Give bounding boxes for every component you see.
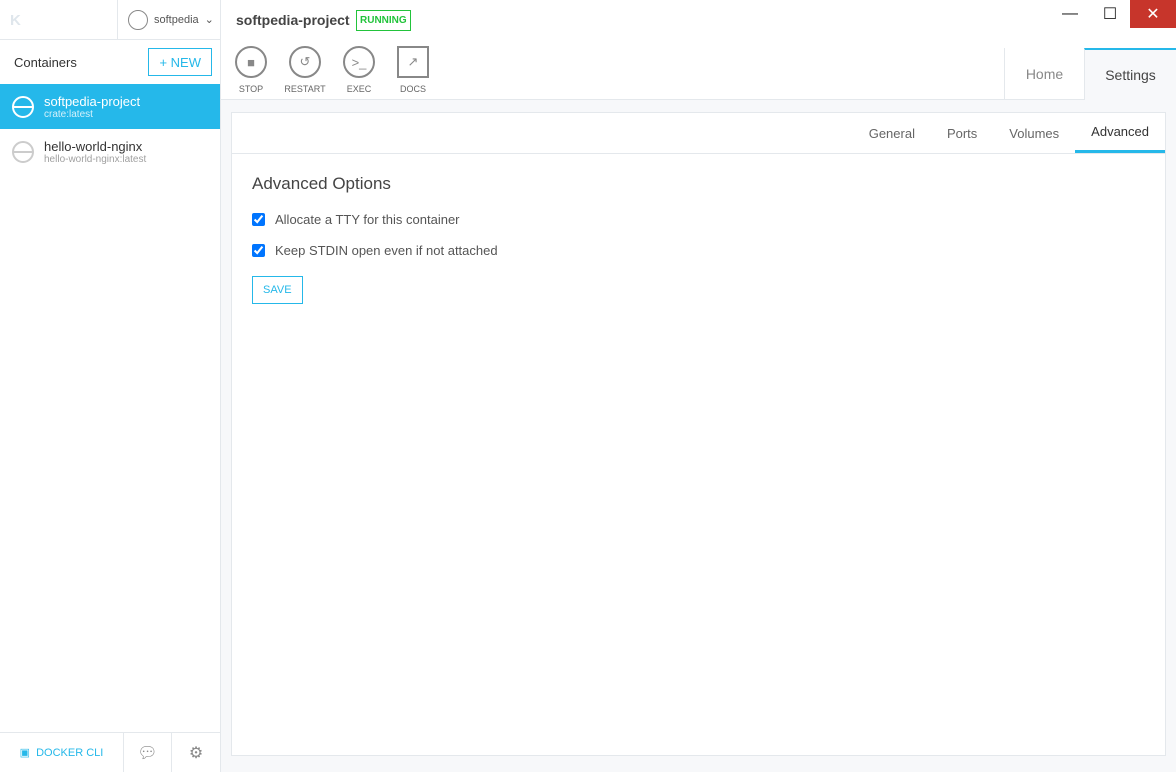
stop-label: STOP — [238, 84, 264, 94]
docker-cli-label: DOCKER CLI — [36, 746, 104, 759]
tab-general[interactable]: General — [853, 113, 931, 153]
exec-button[interactable]: >_ EXEC — [341, 46, 377, 94]
exec-label: EXEC — [346, 84, 372, 94]
stdin-checkbox[interactable] — [252, 244, 265, 257]
status-badge: RUNNING — [356, 10, 411, 31]
tab-settings[interactable]: Settings — [1084, 48, 1176, 100]
kitematic-logo: K — [0, 0, 118, 39]
stopped-icon — [12, 140, 34, 163]
terminal-icon: >_ — [343, 46, 375, 78]
feedback-icon[interactable]: 💬︎ — [124, 733, 172, 772]
docs-button[interactable]: ↗ DOCS — [395, 46, 431, 94]
running-icon — [12, 95, 34, 118]
maximize-button[interactable]: ☐ — [1090, 0, 1130, 28]
docker-cli-button[interactable]: ▣ DOCKER CLI — [0, 733, 124, 772]
container-name: hello-world-nginx — [44, 138, 143, 154]
tab-volumes[interactable]: Volumes — [993, 113, 1075, 153]
container-image: crate:latest — [44, 108, 93, 120]
save-button[interactable]: SAVE — [252, 276, 303, 304]
tab-home[interactable]: Home — [1004, 48, 1084, 100]
minimize-button[interactable]: — — [1050, 0, 1090, 28]
tty-checkbox[interactable] — [252, 213, 265, 226]
docs-label: DOCS — [399, 84, 426, 94]
stop-button[interactable]: ■ STOP — [233, 46, 269, 94]
containers-heading: Containers — [14, 54, 77, 70]
container-image: hello-world-nginx:latest — [44, 153, 147, 165]
restart-label: RESTART — [284, 84, 326, 94]
external-link-icon: ↗ — [397, 46, 429, 78]
chevron-down-icon: ⌄ — [204, 14, 214, 26]
username: softpedia — [154, 13, 199, 26]
tab-advanced[interactable]: Advanced — [1075, 113, 1165, 153]
close-button[interactable]: ✕ — [1130, 0, 1176, 28]
restart-button[interactable]: ↺ RESTART — [284, 46, 326, 94]
new-container-button[interactable]: + NEW — [148, 48, 212, 76]
container-item[interactable]: hello-world-nginx hello-world-nginx:lates… — [0, 129, 220, 174]
tab-ports[interactable]: Ports — [931, 113, 993, 153]
container-name: softpedia-project — [44, 93, 141, 109]
stop-icon: ■ — [235, 46, 267, 78]
avatar-icon — [128, 9, 148, 30]
docker-icon: ▣ — [19, 747, 31, 759]
stdin-label: Keep STDIN open even if not attached — [275, 243, 498, 258]
container-title: softpedia-project — [236, 12, 350, 28]
tty-label: Allocate a TTY for this container — [275, 212, 460, 227]
gear-icon[interactable]: ⚙ — [172, 733, 220, 772]
sidebar: K softpedia ⌄ Containers + NEW softpedia-p… — [0, 0, 221, 772]
user-menu[interactable]: softpedia ⌄ — [118, 0, 220, 39]
restart-icon: ↺ — [289, 46, 321, 78]
section-heading: Advanced Options — [252, 174, 391, 193]
container-item[interactable]: softpedia-project crate:latest — [0, 84, 220, 129]
